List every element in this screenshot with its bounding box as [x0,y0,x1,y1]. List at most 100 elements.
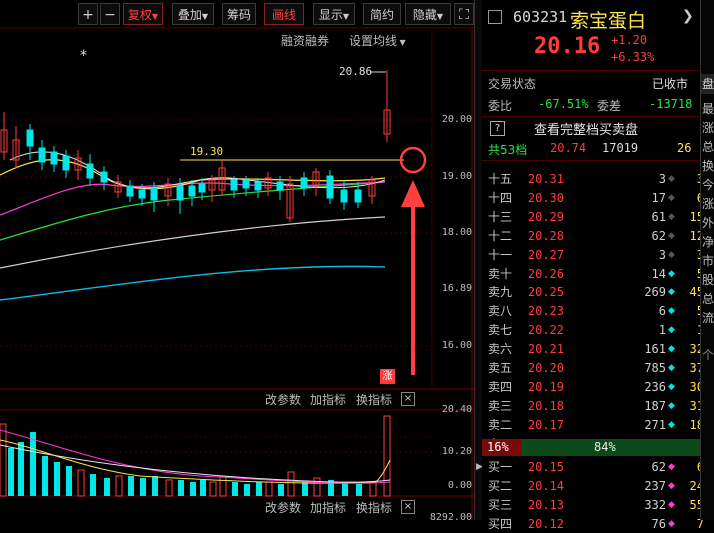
level-volume: 1 [658,323,666,338]
volume-bars [0,415,391,497]
price-change: +1.20 [611,33,648,47]
swap-indicator-button-2[interactable]: 换指标 [356,499,392,516]
level-price: 20.30 [527,190,564,205]
side-label: 最 [702,102,714,116]
add-indicator-button[interactable]: 加指标 [310,391,346,408]
ask-row[interactable]: 十五20.313◆3 [482,170,714,188]
highlight-circle-icon [399,146,427,174]
level-price: 20.22 [527,323,564,338]
level-volume: 237 [644,478,666,493]
high-price-label: 20.86 [339,65,373,78]
total-price: 20.74 [550,141,587,155]
stock-code: 603231 [513,8,568,26]
kline-chart [0,27,474,520]
y-tick: 16.00 [441,340,472,351]
level-volume: 236 [644,379,666,394]
level-label: 卖七 [488,323,513,338]
bid-row[interactable]: 买四 20.12 76 ◆ 7 [482,515,714,533]
line-price-label: 19.30 [190,145,224,158]
level-label: 买三 [488,497,513,512]
limit-up-badge: 涨 [380,369,395,384]
level-label: 卖五 [488,361,513,375]
level-volume: 269 [644,285,666,300]
level-volume: 62 [651,460,666,474]
ask-row[interactable]: 十三 20.29 61 ◆ 15 [482,208,714,226]
sell-ratio-bar [522,439,714,456]
ask-row[interactable]: 卖九 20.25 269 ◆ 45 [482,283,714,301]
ask-row[interactable]: 卖七20.221◆1 [482,321,714,339]
ask-row[interactable]: 十四20.3017◆6 [482,189,714,207]
level-volume: 161 [644,342,666,357]
level-label: 买四 [488,516,513,531]
level-price: 20.26 [527,266,564,281]
side-label: 涨 [702,197,714,211]
level-label: 卖六 [488,342,513,357]
side-tab-panel: 盘 最涨总换今涨外净市股总流 个 [700,0,714,520]
ask-row[interactable]: 卖四 20.19 236 ◆ 30 [482,378,714,396]
total-count: 26 [677,141,692,155]
weicha-value: -13718 [649,97,693,111]
level-price: 20.29 [527,209,564,224]
stock-name: 索宝蛋白 [570,10,647,32]
more-chevron-icon[interactable]: ❯ [682,8,694,24]
level-price: 20.18 [527,398,564,413]
ask-row[interactable]: 十二 20.28 62 ◆ 12 [482,227,714,245]
current-price: 20.16 [534,34,601,59]
side-tab[interactable]: 盘 [701,74,714,94]
ask-row[interactable]: 卖十20.2614◆5 [482,265,714,283]
weibi-value: -67.51% [538,97,589,111]
level-volume: 61 [651,209,666,224]
ask-row[interactable]: 卖六 20.21 161 ◆ 32 [482,340,714,358]
level-label: 卖二 [488,417,513,432]
ask-row[interactable]: 卖三 20.18 187 ◆ 31 [482,397,714,415]
bid-row[interactable]: 买二 20.14 237 ◆ 24 [482,477,714,495]
change-params-button[interactable]: 改参数 [265,391,301,408]
swap-indicator-button[interactable]: 换指标 [356,391,392,408]
level-volume: 76 [651,516,666,531]
watchlist-checkbox[interactable] [488,10,502,24]
full-order-book-link[interactable]: 查看完整档买卖盘 [534,119,638,138]
up-arrow-icon [401,180,425,207]
weibi-label: 委比 [488,99,513,113]
ma60-line [0,216,386,269]
ask-row[interactable]: 十一20.273◆3 [482,246,714,264]
level-label: 十三 [488,209,513,224]
level-label: 买二 [488,478,513,493]
change-params-button-2[interactable]: 改参数 [265,499,301,516]
level-label: 十一 [488,247,513,262]
vol-tick: 10.20 [441,446,472,457]
level-volume: 6 [658,304,666,319]
level-label: 卖八 [488,304,513,319]
ask-row[interactable]: 卖二 20.17 271 ◆ 18 [482,416,714,434]
level-volume: 332 [644,497,666,512]
close-panel-icon-2[interactable]: × [401,500,415,514]
level-label: 卖九 [488,285,513,300]
level-label: 买一 [488,460,513,474]
level-label: 卖十 [488,266,513,281]
y-tick: 20.00 [441,114,472,125]
level-volume: 3 [658,172,666,186]
bid-row[interactable]: 买三 20.13 332 ◆ 55 [482,496,714,514]
vol-tick: 0.00 [447,480,472,491]
add-indicator-button-2[interactable]: 加指标 [310,499,346,516]
ask-row[interactable]: 卖八20.236◆5 [482,302,714,320]
level-price: 20.15 [527,460,564,474]
level-price: 20.13 [527,497,564,512]
level-volume: 14 [651,266,666,281]
ask-row[interactable]: 卖五 20.20 785 ◆ 37 [482,359,714,377]
level-label: 十五 [488,172,513,186]
vol-tick: 20.40 [441,404,472,415]
level-price: 20.27 [527,247,564,262]
level-label: 十二 [488,228,513,243]
level-price: 20.21 [527,342,564,357]
y-tick: 16.89 [441,283,472,294]
total-levels-label: 共53档 [488,143,528,157]
level-price: 20.19 [527,379,564,394]
level-label: 十四 [488,190,513,205]
total-volume: 17019 [602,141,639,155]
sell-ratio-label: 84% [594,440,616,454]
bid-row[interactable]: 买一20.1562◆6 [482,458,714,476]
close-panel-icon[interactable]: × [401,392,415,406]
help-icon[interactable]: ? [490,121,505,136]
side-label: 外 [702,216,714,230]
